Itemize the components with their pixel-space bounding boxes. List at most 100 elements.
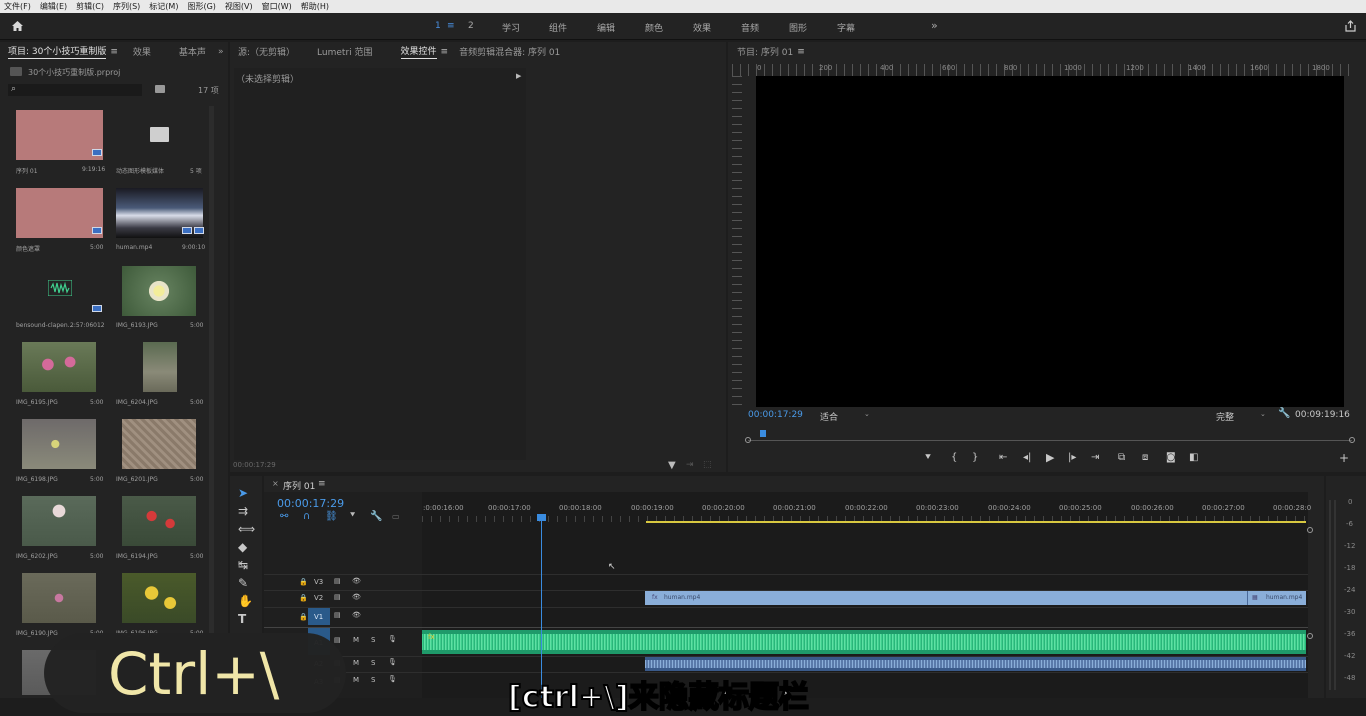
workspace-more-button[interactable]: » (931, 19, 938, 32)
folder-icon[interactable] (150, 127, 169, 142)
eye-icon[interactable]: 👁 (352, 577, 361, 585)
video-clip[interactable] (645, 591, 1247, 605)
tab-effect-controls[interactable]: 效果控件 (400, 44, 437, 59)
tab-audio-clip-mixer[interactable]: 音频剪辑混合器: 序列 01 (459, 45, 560, 58)
thumbnail-image[interactable] (122, 266, 196, 316)
menu-file[interactable]: 文件(F) (4, 1, 31, 12)
snap-icon[interactable]: ∩ (303, 511, 310, 522)
workspace-tab-graphics[interactable]: 图形 (789, 21, 807, 34)
lift-icon[interactable]: ⧉ (1118, 452, 1125, 463)
eye-icon[interactable]: 👁 (352, 611, 361, 619)
lock-icon[interactable]: 🔒 (299, 594, 308, 602)
captions-icon[interactable]: ▭ (392, 512, 400, 521)
sync-lock-icon[interactable]: ▤ (334, 636, 341, 644)
home-icon[interactable] (11, 20, 24, 32)
thumbnail-image[interactable] (122, 419, 196, 469)
solo-button[interactable]: S (371, 676, 375, 684)
workspace-tab-captions[interactable]: 字幕 (837, 21, 855, 34)
ripple-edit-tool-icon[interactable]: ⟺ (238, 522, 255, 536)
lock-icon[interactable]: 🔒 (299, 578, 308, 586)
work-area-bar[interactable] (646, 521, 1306, 523)
expand-arrow-icon[interactable]: ▶ (516, 72, 521, 80)
program-playhead[interactable] (760, 430, 766, 437)
thumbnail-image[interactable] (22, 419, 96, 469)
tab-project[interactable]: 项目: 30个小技巧重制版 (8, 44, 107, 59)
menu-graphics[interactable]: 图形(G) (187, 1, 215, 12)
add-marker-icon[interactable]: ⯆ (924, 452, 932, 463)
thumbnail-sequence[interactable] (16, 110, 103, 160)
sync-lock-icon[interactable]: ▤ (334, 577, 341, 585)
selection-tool-icon[interactable]: ➤ (238, 486, 248, 500)
sync-lock-icon[interactable]: ▤ (334, 593, 341, 601)
panel-menu-icon[interactable]: ≡ (110, 47, 118, 57)
thumbnail-color-matte[interactable] (16, 188, 103, 238)
compare-view-icon[interactable]: ◧ (1189, 452, 1198, 463)
close-icon[interactable]: × (272, 479, 279, 488)
workspace-num-1[interactable]: 1 (435, 21, 441, 31)
microphone-icon[interactable]: 🎙 (388, 635, 397, 643)
project-scrollbar[interactable] (209, 106, 214, 686)
pen-tool-icon[interactable]: ✎ (238, 576, 248, 590)
go-to-in-icon[interactable]: ⇤ (999, 452, 1007, 463)
type-tool-icon[interactable]: T (238, 612, 246, 626)
menu-sequence[interactable]: 序列(S) (113, 1, 140, 12)
eye-icon[interactable]: 👁 (352, 593, 361, 601)
go-to-out-icon[interactable]: ⇥ (1091, 452, 1099, 463)
microphone-icon[interactable]: 🎙 (388, 658, 397, 666)
timeline-current-time[interactable]: 00:00:17:29 (277, 497, 344, 510)
mute-button[interactable]: M (353, 659, 359, 667)
panel-overflow-icon[interactable]: » (218, 47, 224, 57)
camera-icon[interactable]: ◙ (1166, 452, 1176, 463)
workspace-menu-icon[interactable]: ≡ (447, 21, 455, 31)
search-input[interactable] (8, 84, 142, 96)
export-icon[interactable]: ⇥ (686, 460, 694, 470)
menu-clip[interactable]: 剪辑(C) (76, 1, 104, 12)
workspace-num-2[interactable]: 2 (468, 21, 474, 31)
save-icon[interactable]: ⬚ (703, 460, 712, 470)
solo-button[interactable]: S (371, 636, 375, 644)
tab-essential-sound[interactable]: 基本声 (179, 45, 206, 58)
mute-button[interactable]: M (353, 676, 359, 684)
workspace-tab-color[interactable]: 颜色 (645, 21, 663, 34)
program-scrubber[interactable] (748, 440, 1352, 441)
chevron-down-icon[interactable]: ⌄ (1260, 410, 1266, 418)
new-bin-icon[interactable] (155, 85, 165, 93)
thumbnail-image[interactable] (122, 496, 196, 546)
hand-tool-icon[interactable]: ✋ (238, 594, 253, 608)
zoom-handle[interactable] (1307, 633, 1313, 639)
extract-icon[interactable]: ⧈ (1142, 452, 1148, 463)
thumbnail-image[interactable] (22, 342, 96, 392)
filter-icon[interactable]: ▼ (668, 460, 676, 471)
fit-dropdown[interactable]: 适合 (820, 410, 838, 423)
mark-in-icon[interactable]: { (951, 452, 957, 463)
step-back-icon[interactable]: ◂| (1023, 452, 1031, 463)
track-label-v2[interactable]: V2 (314, 594, 323, 602)
tab-lumetri-scopes[interactable]: Lumetri 范围 (317, 45, 372, 58)
step-forward-icon[interactable]: |▸ (1068, 452, 1076, 463)
program-current-time[interactable]: 00:00:17:29 (748, 410, 803, 420)
scrubber-start-handle[interactable] (745, 437, 751, 443)
playhead-handle[interactable] (537, 514, 546, 521)
quality-dropdown[interactable]: 完整 (1216, 410, 1234, 423)
menu-window[interactable]: 窗口(W) (262, 1, 292, 12)
chevron-down-icon[interactable]: ⌄ (864, 410, 870, 418)
track-select-tool-icon[interactable]: ⇉ (238, 504, 248, 518)
wrench-icon[interactable]: 🔧 (1278, 408, 1290, 419)
workspace-tab-edit[interactable]: 编辑 (597, 21, 615, 34)
menu-view[interactable]: 视图(V) (225, 1, 253, 12)
wrench-icon[interactable]: 🔧 (370, 511, 382, 522)
tab-effects[interactable]: 效果 (133, 45, 151, 58)
audio-waveform-icon[interactable] (48, 280, 72, 296)
track-label-v1[interactable]: V1 (314, 613, 323, 621)
mute-button[interactable]: M (353, 636, 359, 644)
menu-help[interactable]: 帮助(H) (301, 1, 329, 12)
add-button-icon[interactable]: + (1339, 451, 1349, 465)
timeline-playhead[interactable] (541, 514, 542, 698)
thumbnail-image[interactable] (22, 573, 96, 623)
lock-icon[interactable]: 🔒 (299, 613, 308, 621)
panel-menu-icon[interactable]: ≡ (797, 47, 805, 57)
workspace-tab-assembly[interactable]: 组件 (549, 21, 567, 34)
workspace-tab-effects[interactable]: 效果 (693, 21, 711, 34)
add-marker-icon[interactable]: ⯆ (349, 511, 356, 521)
timeline-tab[interactable]: 序列 01 (283, 479, 315, 492)
